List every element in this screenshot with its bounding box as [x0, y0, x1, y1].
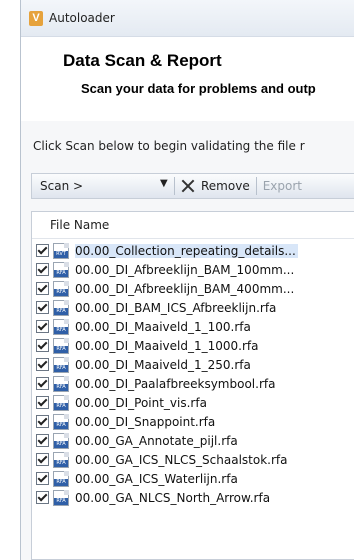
export-button[interactable]: Export	[263, 179, 302, 193]
file-list[interactable]: File Name RVT 00.00_Collection_repeating_…	[31, 211, 354, 560]
file-type-tag: RFA	[54, 478, 68, 486]
file-name: 00.00_DI_Maaiveld_1_1000.rfa	[75, 338, 259, 353]
file-row[interactable]: RFA 00.00_DI_Afbreeklijn_BAM_400mm...	[32, 279, 354, 298]
rfa-file-icon: RFA	[53, 318, 69, 335]
file-type-tag: RVT	[54, 250, 68, 258]
file-row[interactable]: RFA 00.00_GA_Annotate_pijl.rfa	[32, 431, 354, 450]
file-checkbox[interactable]	[36, 396, 49, 409]
rfa-file-icon: RFA	[53, 432, 69, 449]
file-type-tag: RFA	[54, 364, 68, 372]
file-name: 00.00_DI_Paalafbreeksymbool.rfa	[75, 376, 276, 391]
rfa-file-icon: RFA	[53, 394, 69, 411]
file-row[interactable]: RFA 00.00_DI_Snappoint.rfa	[32, 412, 354, 431]
file-type-tag: RFA	[54, 383, 68, 391]
file-type-tag: RFA	[54, 326, 68, 334]
column-header-file-name[interactable]: File Name	[32, 212, 354, 239]
autoloader-window: V Autoloader Data Scan & Report Scan you…	[20, 0, 354, 560]
wizard-header: Data Scan & Report Scan your data for pr…	[21, 37, 354, 122]
file-row[interactable]: RFA 00.00_GA_ICS_NLCS_Schaalstok.rfa	[32, 450, 354, 469]
file-name: 00.00_Collection_repeating_details...	[75, 243, 298, 258]
rfa-file-icon: RFA	[53, 337, 69, 354]
rfa-file-icon: RFA	[53, 451, 69, 468]
file-row[interactable]: RFA 00.00_DI_Afbreeklijn_BAM_100mm...	[32, 260, 354, 279]
file-name: 00.00_DI_Afbreeklijn_BAM_400mm...	[75, 281, 295, 296]
file-checkbox[interactable]	[36, 491, 49, 504]
remove-button-label: Remove	[201, 179, 250, 193]
file-row[interactable]: RFA 00.00_DI_Maaiveld_1_1000.rfa	[32, 336, 354, 355]
file-type-tag: RFA	[54, 402, 68, 410]
rfa-file-icon: RFA	[53, 261, 69, 278]
file-row[interactable]: RFA 00.00_DI_Point_vis.rfa	[32, 393, 354, 412]
file-checkbox[interactable]	[36, 415, 49, 428]
scan-panel: Click Scan below to begin validating the…	[21, 121, 354, 560]
page-title: Data Scan & Report	[63, 51, 222, 70]
rfa-file-icon: RFA	[53, 413, 69, 430]
window-title: Autoloader	[49, 11, 115, 25]
file-row[interactable]: RFA 00.00_GA_NLCS_North_Arrow.rfa	[32, 488, 354, 507]
rfa-file-icon: RFA	[53, 356, 69, 373]
file-name: 00.00_DI_Maaiveld_1_250.rfa	[75, 357, 251, 372]
file-name: 00.00_GA_Annotate_pijl.rfa	[75, 433, 238, 448]
page-subtitle: Scan your data for problems and outp	[81, 81, 316, 96]
toolbar-separator	[255, 177, 257, 195]
scan-split-button[interactable]: Scan > ▼	[32, 174, 174, 198]
rfa-file-icon: RFA	[53, 299, 69, 316]
remove-x-icon	[181, 179, 195, 193]
file-row[interactable]: RFA 00.00_DI_BAM_ICS_Afbreeklijn.rfa	[32, 298, 354, 317]
file-row[interactable]: RFA 00.00_DI_Paalafbreeksymbool.rfa	[32, 374, 354, 393]
file-row[interactable]: RFA 00.00_GA_ICS_Waterlijn.rfa	[32, 469, 354, 488]
file-rows: RVT 00.00_Collection_repeating_details...…	[32, 239, 354, 507]
file-row[interactable]: RFA 00.00_DI_Maaiveld_1_100.rfa	[32, 317, 354, 336]
file-checkbox[interactable]	[36, 244, 49, 257]
file-checkbox[interactable]	[36, 358, 49, 371]
column-header-label: File Name	[50, 218, 110, 232]
file-checkbox[interactable]	[36, 282, 49, 295]
file-checkbox[interactable]	[36, 377, 49, 390]
file-type-tag: RFA	[54, 269, 68, 277]
file-type-tag: RFA	[54, 307, 68, 315]
rfa-file-icon: RFA	[53, 375, 69, 392]
file-type-tag: RFA	[54, 497, 68, 505]
file-checkbox[interactable]	[36, 301, 49, 314]
file-type-tag: RFA	[54, 345, 68, 353]
file-name: 00.00_DI_BAM_ICS_Afbreeklijn.rfa	[75, 300, 277, 315]
file-checkbox[interactable]	[36, 453, 49, 466]
rfa-file-icon: RFA	[53, 280, 69, 297]
rvt-file-icon: RVT	[53, 242, 69, 259]
file-checkbox[interactable]	[36, 434, 49, 447]
file-name: 00.00_GA_ICS_NLCS_Schaalstok.rfa	[75, 452, 288, 467]
instruction-text: Click Scan below to begin validating the…	[33, 139, 305, 153]
rfa-file-icon: RFA	[53, 470, 69, 487]
file-checkbox[interactable]	[36, 339, 49, 352]
file-name: 00.00_GA_NLCS_North_Arrow.rfa	[75, 490, 271, 505]
file-checkbox[interactable]	[36, 263, 49, 276]
file-checkbox[interactable]	[36, 320, 49, 333]
title-bar: V Autoloader	[21, 0, 354, 37]
file-type-tag: RFA	[54, 421, 68, 429]
autoloader-app-icon: V	[29, 10, 43, 26]
scan-dropdown-arrow-icon[interactable]: ▼	[160, 178, 168, 189]
rfa-file-icon: RFA	[53, 489, 69, 506]
remove-button[interactable]: Remove	[181, 174, 250, 198]
file-name: 00.00_DI_Point_vis.rfa	[75, 395, 207, 410]
file-name: 00.00_DI_Maaiveld_1_100.rfa	[75, 319, 251, 334]
file-type-tag: RFA	[54, 288, 68, 296]
toolbar: Scan > ▼ Remove Export	[31, 173, 354, 199]
scan-button-label[interactable]: Scan >	[40, 179, 83, 193]
file-checkbox[interactable]	[36, 472, 49, 485]
file-row[interactable]: RVT 00.00_Collection_repeating_details...	[32, 241, 354, 260]
toolbar-separator	[174, 177, 175, 195]
file-name: 00.00_GA_ICS_Waterlijn.rfa	[75, 471, 238, 486]
file-name: 00.00_DI_Afbreeklijn_BAM_100mm...	[75, 262, 295, 277]
file-type-tag: RFA	[54, 459, 68, 467]
file-type-tag: RFA	[54, 440, 68, 448]
file-name: 00.00_DI_Snappoint.rfa	[75, 414, 216, 429]
file-row[interactable]: RFA 00.00_DI_Maaiveld_1_250.rfa	[32, 355, 354, 374]
